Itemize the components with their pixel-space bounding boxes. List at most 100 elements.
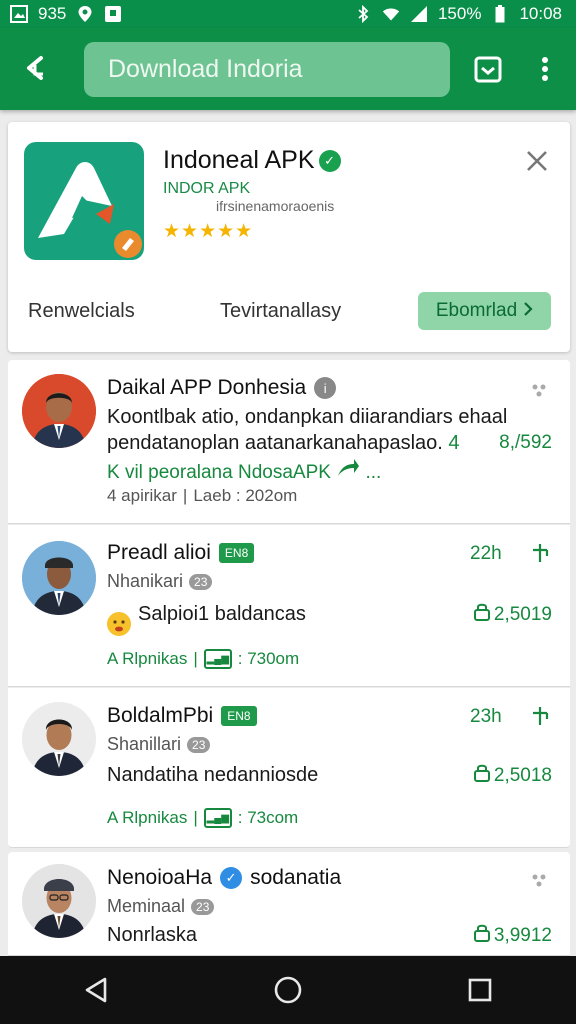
post-time: 22h — [470, 543, 502, 564]
verified-badge-icon: ✓ — [220, 867, 243, 889]
card-link-reviews[interactable]: Renwelcials — [28, 300, 135, 323]
avatar[interactable] — [22, 541, 96, 615]
post-body: Salpioi1 baldancas — [138, 603, 306, 625]
notification-box-icon — [104, 5, 122, 23]
meta-right: : 73com — [237, 808, 299, 827]
post-link-line[interactable]: K vil peoralana NdosaAPK ... — [107, 458, 381, 484]
post-action-button[interactable] — [528, 541, 552, 565]
post-action-button[interactable] — [528, 704, 552, 728]
stat-value: 2,5019 — [493, 604, 552, 625]
post-stat: 2,5018 — [473, 764, 552, 788]
list-item[interactable]: Preadl alioi EN8 22h Nhanikari 23 Salpio… — [8, 525, 570, 687]
clock: 10:08 — [519, 4, 562, 23]
info-icon: i — [314, 377, 337, 399]
pin-icon — [533, 707, 549, 725]
list-item[interactable]: NenoioaHa ✓ sodanatia Meminaal 23 Nonrla… — [8, 852, 570, 956]
post-stat: 3,9912 — [473, 924, 552, 948]
app-card: Indoneal APK ✓ INDOR APK ifrsinenamoraoe… — [8, 122, 570, 352]
app-description: ifrsinenamoraoenis — [216, 198, 335, 214]
post-body-text: pendatanoplan aatanarkanahapaslao. — [107, 432, 443, 454]
close-button[interactable] — [524, 148, 550, 174]
post-author: Daikal APP Donhesia i — [107, 376, 337, 400]
system-nav-bar — [0, 956, 576, 1024]
post-body-mark: 4 — [448, 432, 460, 454]
count-pill: 23 — [191, 898, 215, 915]
post-author-name: BoldalmPbi — [107, 704, 214, 727]
share-arrow-icon — [336, 459, 365, 483]
nav-recents-button[interactable] — [460, 970, 500, 1010]
post-author: Preadl alioi EN8 — [107, 541, 255, 565]
app-developer: INDOR APK — [163, 180, 251, 197]
download-button-label: Ebomrlad — [435, 300, 518, 321]
post-meta: A Rlpnikas | ▂▄▆ : 73com — [107, 808, 298, 828]
meta-left: 4 apirikar — [107, 486, 177, 505]
post-menu-button[interactable] — [530, 870, 552, 890]
post-handle: Meminaal 23 — [107, 896, 215, 917]
status-badge: EN8 — [221, 706, 257, 726]
post-meta: A Rlpnikas | ▂▄▆ : 730om — [107, 649, 299, 669]
meta-divider: | — [182, 486, 188, 505]
battery-percent: 150% — [437, 4, 482, 23]
post-link-text: K vil peoralana NdosaAPK — [107, 462, 331, 483]
post-author: NenoioaHa ✓ sodanatia — [107, 866, 341, 890]
avatar[interactable] — [22, 864, 96, 938]
verified-check-icon: ✓ — [318, 149, 341, 172]
post-menu-button[interactable] — [530, 380, 552, 400]
location-icon — [76, 5, 94, 23]
overflow-menu-button[interactable] — [532, 52, 558, 86]
lock-icon — [473, 924, 490, 948]
more-vertical-icon — [542, 57, 548, 81]
avatar[interactable] — [22, 702, 96, 776]
app-title-text: Indoneal APK — [163, 146, 315, 174]
meta-right: Laeb : 202om — [193, 486, 298, 505]
signal-icon — [410, 5, 428, 23]
post-handle: Shanillari 23 — [107, 734, 211, 755]
post-meta: 4 apirikar | Laeb : 202om — [107, 486, 297, 506]
post-link-suffix: ... — [365, 462, 382, 483]
post-handle-text: Meminaal — [107, 896, 186, 916]
download-button[interactable]: Ebomrlad — [418, 292, 551, 330]
meta-right: : 730om — [237, 649, 300, 668]
meta-divider: | — [193, 808, 198, 827]
chart-icon: ▂▄▆ — [203, 649, 232, 669]
list-item[interactable]: Daikal APP Donhesia i Koontlbak atio, on… — [8, 360, 570, 524]
post-stat: 2,5019 — [473, 603, 552, 627]
app-rating-stars: ★★★★★ — [163, 221, 254, 242]
app-logo[interactable] — [24, 142, 144, 260]
bluetooth-icon — [354, 5, 372, 23]
card-link-info[interactable]: Tevirtanallasy — [220, 300, 341, 323]
wifi-icon — [382, 5, 400, 23]
list-item[interactable]: BoldalmPbi EN8 23h Shanillari 23 Nandati… — [8, 688, 570, 848]
post-body-line: pendatanoplan aatanarkanahapaslao. 4 — [107, 432, 460, 455]
nav-back-button[interactable] — [76, 970, 116, 1010]
post-handle: Nhanikari 23 — [107, 571, 213, 592]
post-author-name: NenoioaHa — [107, 866, 213, 889]
status-left-text: 935 — [38, 4, 67, 23]
post-handle-text: Nhanikari — [107, 571, 184, 591]
calendar-button[interactable] — [472, 53, 504, 85]
count-pill: 23 — [189, 573, 213, 590]
back-arrow-icon — [27, 56, 43, 80]
post-author: BoldalmPbi EN8 — [107, 704, 257, 728]
lock-icon — [473, 603, 490, 627]
lock-icon — [473, 764, 490, 788]
search-input[interactable]: Download Indoria — [84, 42, 450, 97]
post-author-name: Daikal APP Donhesia — [107, 376, 307, 399]
avatar[interactable] — [22, 374, 96, 448]
count-pill: 23 — [187, 736, 211, 753]
status-right: 150% 10:08 — [354, 4, 562, 24]
chart-icon: ▂▄▆ — [203, 808, 232, 828]
back-button[interactable] — [18, 50, 54, 86]
nav-home-button[interactable] — [268, 970, 308, 1010]
status-badge: EN8 — [218, 543, 255, 563]
close-icon — [527, 151, 547, 171]
square-recents-icon — [468, 978, 492, 1002]
circle-home-icon — [274, 976, 302, 1004]
status-bar: 935 150% 10:08 — [0, 0, 576, 28]
meta-left: A Rlpnikas — [107, 808, 188, 827]
app-bar: Download Indoria — [0, 28, 576, 110]
emoji-icon — [106, 611, 132, 637]
post-body: Nonrlaska — [107, 924, 198, 946]
post-body: Nandatiha nedanniosde — [107, 764, 319, 786]
post-body-line: Koontlbak atio, ondanpkan diiarandiars e… — [107, 406, 508, 428]
